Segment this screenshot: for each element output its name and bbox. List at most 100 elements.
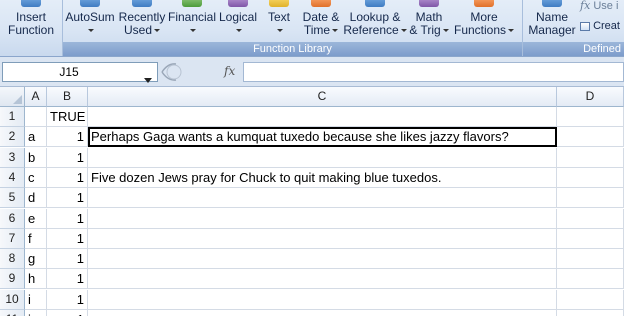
sigma-icon — [80, 0, 100, 7]
cell-a5[interactable]: d — [25, 188, 47, 209]
row-header[interactable]: 7 — [0, 228, 25, 249]
financial-label-line2 — [167, 24, 217, 37]
date-time-button[interactable]: Date & Time — [299, 0, 343, 42]
cell-b11[interactable]: 1 — [47, 310, 88, 316]
cell-a6[interactable]: e — [25, 208, 47, 229]
cell-b4[interactable]: 1 — [47, 167, 88, 188]
row-header[interactable]: 11 — [0, 310, 25, 316]
name-manager-label-line2-text: Manager — [528, 23, 576, 37]
financial-button[interactable]: Financial — [167, 0, 217, 42]
column-header-c[interactable]: C — [88, 87, 557, 107]
autosum-label: AutoSum — [65, 10, 115, 24]
star-book-icon — [132, 0, 152, 7]
row-header[interactable]: 3 — [0, 147, 25, 168]
cell-d7[interactable] — [557, 228, 624, 249]
column-header-a[interactable]: A — [25, 87, 47, 107]
function-library-group-label: Function Library — [63, 42, 522, 56]
dropdown-arrow-icon — [236, 29, 242, 33]
cell-b10[interactable]: 1 — [47, 289, 88, 310]
cell-c2[interactable]: Perhaps Gaga wants a kumquat tuxedo beca… — [88, 127, 557, 148]
cell-a7[interactable]: f — [25, 228, 47, 249]
ribbon: Insert Function AutoSum Recently Used Financi… — [0, 0, 624, 57]
cell-b2[interactable]: 1 — [47, 127, 88, 148]
cell-d2[interactable] — [557, 127, 624, 148]
cell-d11[interactable] — [557, 310, 624, 316]
formula-input[interactable] — [243, 62, 624, 82]
cell-a3[interactable]: b — [25, 147, 47, 168]
cell-c11[interactable] — [88, 310, 557, 316]
cell-d1[interactable] — [557, 107, 624, 127]
name-box-dropdown-icon[interactable] — [144, 70, 152, 88]
recently-used-button[interactable]: Recently Used — [117, 0, 167, 42]
cell-c5[interactable] — [88, 188, 557, 209]
math-trig-button[interactable]: Math & Trig — [407, 0, 451, 42]
insert-function-fx-icon[interactable]: fx — [224, 64, 235, 78]
row-header[interactable]: 4 — [0, 167, 25, 188]
use-in-formula-label: Use i — [593, 0, 619, 12]
cell-b8[interactable]: 1 — [47, 249, 88, 270]
cell-a11[interactable]: j — [25, 310, 47, 316]
cell-a2[interactable]: a — [25, 127, 47, 148]
row-header[interactable]: 2 — [0, 127, 25, 148]
lookup-reference-button[interactable]: Lookup & Reference — [343, 0, 407, 42]
cell-b7[interactable]: 1 — [47, 228, 88, 249]
cell-a8[interactable]: g — [25, 249, 47, 270]
cell-a1[interactable] — [25, 107, 47, 127]
math-trig-label-line2-text: & Trig — [409, 23, 441, 37]
use-in-formula-button[interactable]: fx Use i — [580, 0, 618, 14]
cell-a9[interactable]: h — [25, 269, 47, 290]
cell-d6[interactable] — [557, 208, 624, 229]
cell-d8[interactable] — [557, 249, 624, 270]
dropdown-arrow-icon — [190, 29, 196, 33]
cell-c6[interactable] — [88, 208, 557, 229]
cell-c9[interactable] — [88, 269, 557, 290]
cell-a10[interactable]: i — [25, 289, 47, 310]
row-header[interactable]: 5 — [0, 188, 25, 209]
table-row: 3b1 — [0, 147, 624, 168]
row-header[interactable]: 6 — [0, 208, 25, 229]
name-box[interactable]: J15 — [2, 62, 158, 83]
autosum-label-line2 — [64, 24, 116, 37]
cell-c3[interactable] — [88, 147, 557, 168]
more-functions-button[interactable]: More Functions — [451, 0, 517, 42]
cell-c10[interactable] — [88, 289, 557, 310]
book-green-icon — [182, 0, 202, 7]
cell-c8[interactable] — [88, 249, 557, 270]
column-header-d[interactable]: D — [557, 87, 624, 107]
row-header[interactable]: 8 — [0, 249, 25, 270]
formula-bar: J15 fx — [0, 57, 624, 87]
cell-d3[interactable] — [557, 147, 624, 168]
row-header[interactable]: 10 — [0, 289, 25, 310]
select-all-button[interactable] — [0, 87, 25, 107]
name-manager-button[interactable]: Name Manager — [524, 0, 580, 42]
cell-d9[interactable] — [557, 269, 624, 290]
lookup-reference-label-line2-text: Reference — [343, 23, 399, 37]
name-manager-label-line2: Manager — [524, 24, 580, 37]
column-header-b[interactable]: B — [47, 87, 88, 107]
text-button[interactable]: Text — [260, 0, 298, 42]
book-orange-icon — [311, 0, 331, 7]
row-header[interactable]: 9 — [0, 269, 25, 290]
table-row: 9h1 — [0, 269, 624, 290]
column-headers: A B C D — [0, 87, 624, 107]
insert-function-button[interactable]: Insert Function — [0, 0, 62, 42]
cell-c1[interactable] — [88, 107, 557, 127]
cell-d10[interactable] — [557, 289, 624, 310]
cell-b1[interactable]: TRUE — [47, 107, 88, 127]
dropdown-arrow-icon — [508, 29, 515, 33]
cell-b9[interactable]: 1 — [47, 269, 88, 290]
select-all-triangle-icon — [13, 95, 22, 104]
cell-b3[interactable]: 1 — [47, 147, 88, 168]
recently-used-label-line2-text: Used — [123, 23, 152, 37]
create-from-selection-button[interactable]: Creat — [580, 20, 620, 34]
row-header[interactable]: 1 — [0, 107, 25, 127]
cell-b6[interactable]: 1 — [47, 208, 88, 229]
cell-c4[interactable]: Five dozen Jews pray for Chuck to quit m… — [88, 167, 557, 188]
cell-d5[interactable] — [557, 188, 624, 209]
cell-a4[interactable]: c — [25, 167, 47, 188]
cell-b5[interactable]: 1 — [47, 188, 88, 209]
logical-button[interactable]: Logical — [217, 0, 259, 42]
autosum-button[interactable]: AutoSum — [64, 0, 116, 42]
cell-d4[interactable] — [557, 167, 624, 188]
cell-c7[interactable] — [88, 228, 557, 249]
